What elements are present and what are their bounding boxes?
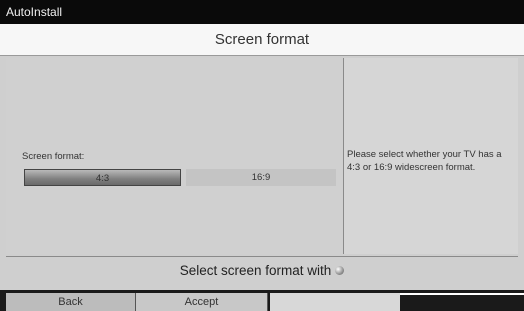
footer-button-3[interactable] — [270, 293, 400, 311]
page-header: Screen format — [0, 24, 524, 56]
window-title: AutoInstall — [6, 5, 63, 19]
help-text: Please select whether your TV has a 4:3 … — [347, 149, 502, 173]
status-text: Select screen format with — [179, 263, 332, 278]
accept-button[interactable]: Accept — [136, 293, 268, 311]
help-panel: Please select whether your TV has a 4:3 … — [344, 58, 518, 254]
status-bar: Select screen format with — [0, 258, 524, 284]
footer-button-4[interactable] — [400, 293, 524, 311]
option-16-9[interactable]: 16:9 — [186, 169, 336, 186]
settings-panel: Screen format: 4:3 16:9 — [6, 58, 344, 254]
window-title-bar: AutoInstall — [0, 0, 524, 24]
round-button-icon — [335, 265, 345, 275]
screen-format-label: Screen format: — [22, 151, 85, 162]
option-4-3[interactable]: 4:3 — [24, 169, 181, 186]
divider — [6, 256, 518, 257]
back-button[interactable]: Back — [6, 293, 136, 311]
page-title: Screen format — [214, 31, 310, 48]
